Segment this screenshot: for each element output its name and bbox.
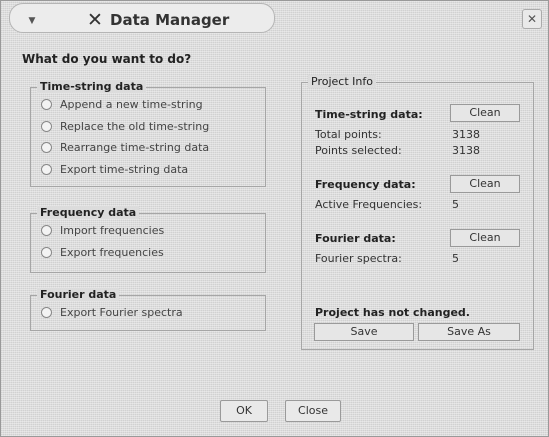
active-frequencies-label: Active Frequencies:: [315, 198, 423, 211]
radio-export-time-string[interactable]: Export time-string data: [41, 161, 188, 177]
radio-export-fourier-spectra[interactable]: Export Fourier spectra: [41, 304, 183, 320]
prompt-question: What do you want to do?: [22, 52, 192, 66]
points-selected-value: 3138: [452, 144, 480, 157]
frequency-heading: Frequency data:: [315, 178, 416, 191]
radio-replace-time-string[interactable]: Replace the old time-string: [41, 118, 209, 134]
ok-button[interactable]: OK: [220, 400, 268, 422]
title-tab[interactable]: ▼ ✕ Data Manager: [9, 3, 275, 33]
radio-icon[interactable]: [41, 224, 52, 236]
radio-label: Rearrange time-string data: [60, 140, 210, 154]
save-as-button[interactable]: Save As: [418, 323, 520, 341]
clean-frequency-button[interactable]: Clean: [450, 175, 520, 193]
group-title: Fourier data: [37, 288, 120, 301]
group-title: Time-string data: [37, 80, 147, 93]
close-icon[interactable]: ✕: [522, 9, 542, 29]
fourier-heading: Fourier data:: [315, 232, 396, 245]
radio-export-frequencies[interactable]: Export frequencies: [41, 244, 164, 260]
radio-icon[interactable]: [41, 141, 52, 153]
radio-import-frequencies[interactable]: Import frequencies: [41, 222, 164, 238]
radio-icon[interactable]: [41, 98, 52, 110]
radio-rearrange-time-string[interactable]: Rearrange time-string data: [41, 139, 209, 155]
radio-label: Import frequencies: [60, 223, 165, 237]
radio-icon[interactable]: [41, 246, 52, 258]
active-frequencies-value: 5: [452, 198, 459, 211]
fourier-spectra-label: Fourier spectra:: [315, 252, 402, 265]
data-manager-window: ▼ ✕ Data Manager ✕ What do you want to d…: [0, 0, 549, 437]
radio-label: Replace the old time-string: [60, 119, 210, 133]
close-x-icon: ✕: [87, 9, 103, 31]
radio-label: Export time-string data: [60, 162, 189, 176]
fourier-spectra-value: 5: [452, 252, 459, 265]
group-title: Frequency data: [37, 206, 140, 219]
title-bar: ▼ ✕ Data Manager ✕: [1, 1, 548, 35]
total-points-value: 3138: [452, 128, 480, 141]
clean-fourier-button[interactable]: Clean: [450, 229, 520, 247]
frequency-group: Frequency data Import frequencies Export…: [30, 206, 266, 273]
clean-time-string-button[interactable]: Clean: [450, 104, 520, 122]
radio-label: Export frequencies: [60, 245, 164, 259]
radio-append-time-string[interactable]: Append a new time-string: [41, 96, 203, 112]
close-button[interactable]: Close: [285, 400, 341, 422]
radio-icon[interactable]: [41, 163, 52, 175]
save-button[interactable]: Save: [314, 323, 414, 341]
time-string-group: Time-string data Append a new time-strin…: [30, 80, 266, 187]
radio-icon[interactable]: [41, 120, 52, 132]
window-title: Data Manager: [110, 11, 230, 29]
radio-icon[interactable]: [41, 306, 52, 318]
radio-label: Append a new time-string: [60, 97, 203, 111]
chevron-down-icon[interactable]: ▼: [26, 15, 38, 27]
project-info-group: Project Info Time-string data: Clean Tot…: [301, 75, 534, 350]
group-title: Project Info: [308, 75, 376, 88]
time-string-heading: Time-string data:: [315, 108, 423, 121]
total-points-label: Total points:: [315, 128, 382, 141]
radio-label: Export Fourier spectra: [60, 305, 183, 319]
fourier-group: Fourier data Export Fourier spectra: [30, 288, 266, 331]
project-status: Project has not changed.: [315, 306, 470, 319]
points-selected-label: Points selected:: [315, 144, 402, 157]
